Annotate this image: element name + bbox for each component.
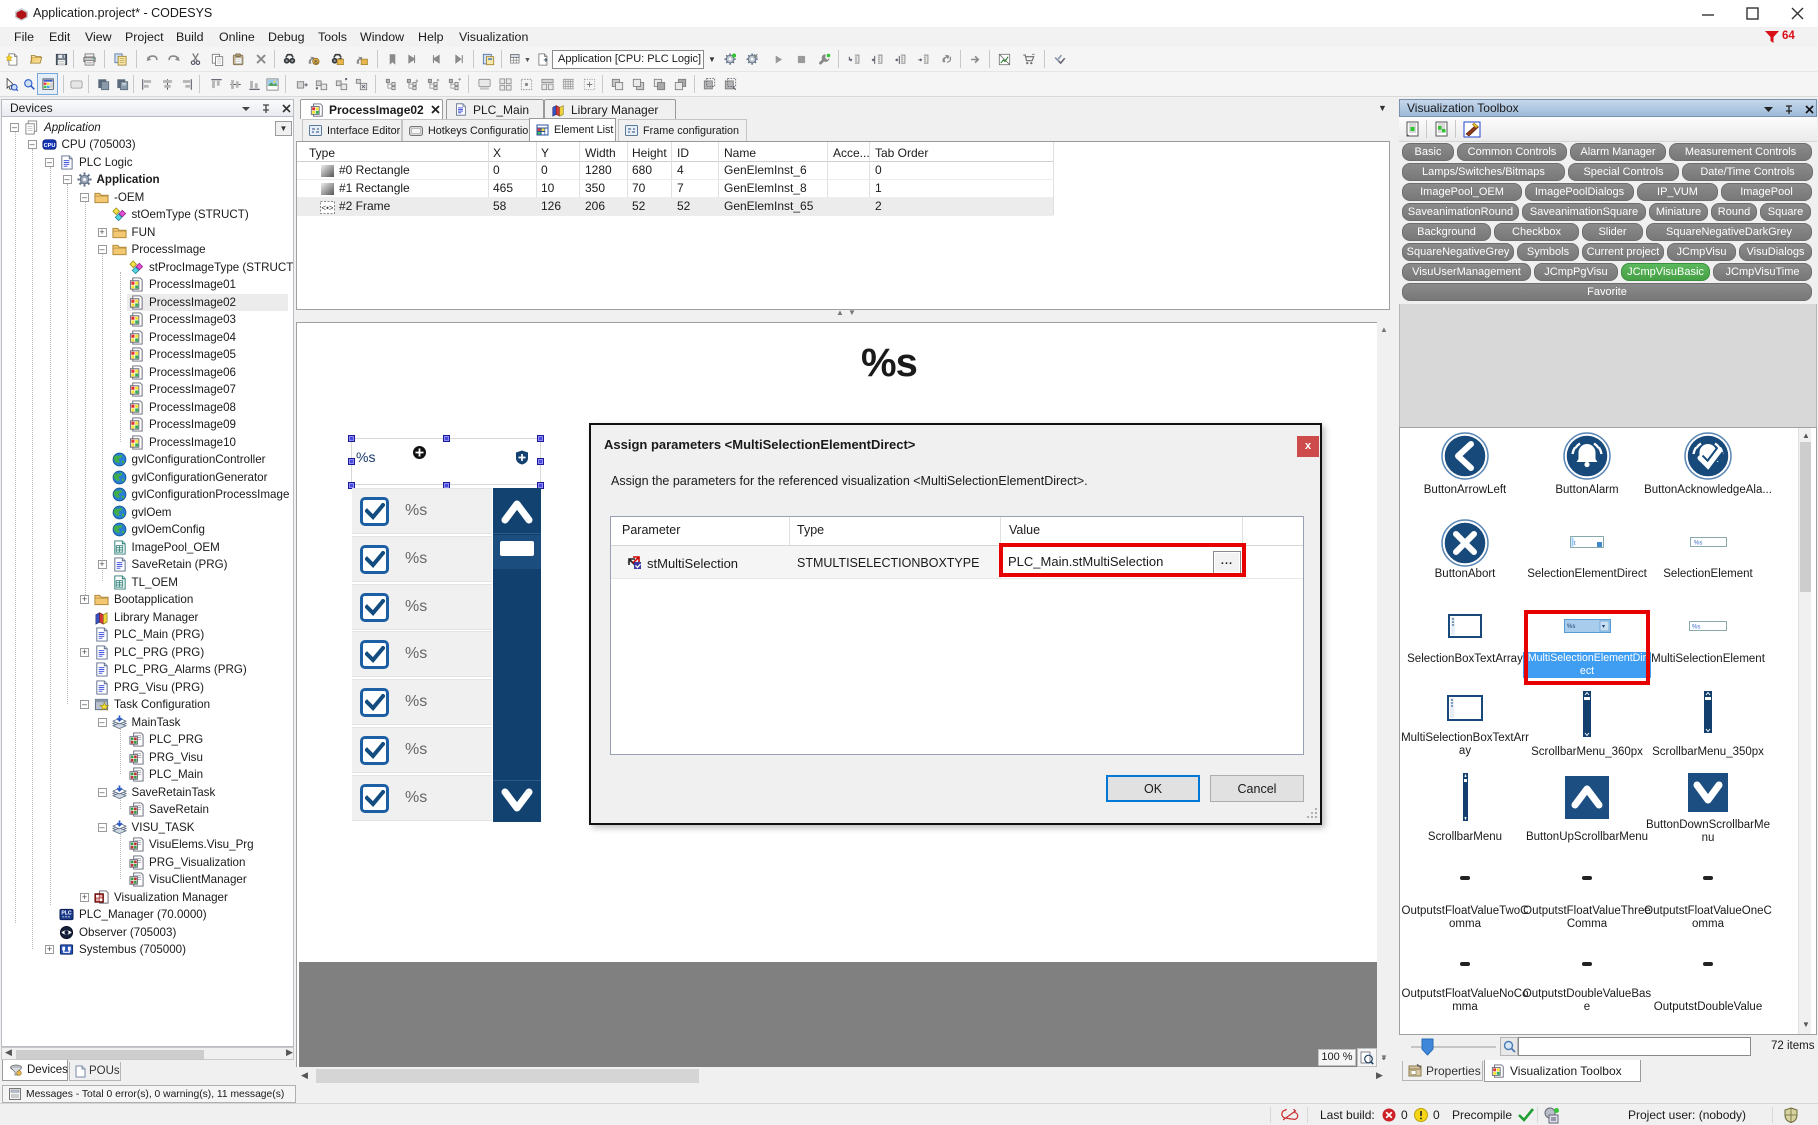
svg-text:%s: %s bbox=[1692, 625, 1700, 631]
svg-text:%s: %s bbox=[1694, 541, 1702, 547]
svg-text:B: B bbox=[314, 60, 318, 66]
svg-text:<•>: <•> bbox=[321, 204, 333, 213]
